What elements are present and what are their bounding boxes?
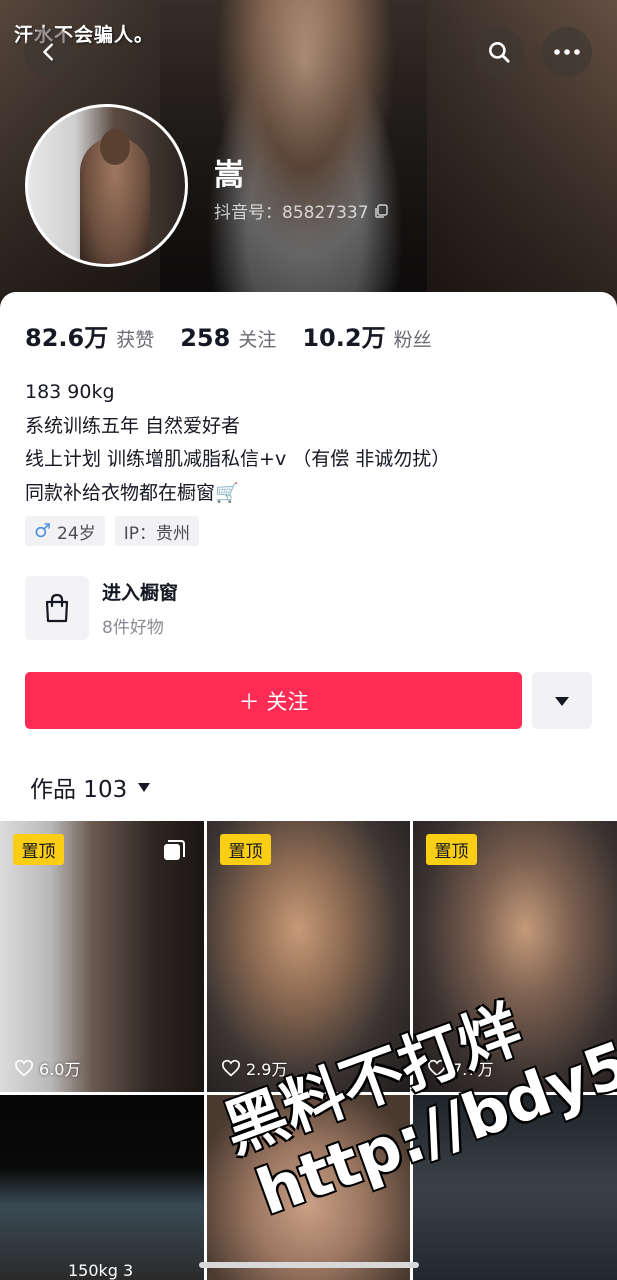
profile-tags: ♂ 24岁 IP：贵州 bbox=[25, 516, 199, 546]
works-tab-label: 作品 103 bbox=[30, 777, 128, 803]
caret-down-icon bbox=[555, 696, 569, 706]
follow-button[interactable]: ＋ 关注 bbox=[25, 672, 522, 729]
pinned-badge: 置顶 bbox=[426, 834, 477, 865]
douyin-id[interactable]: 抖音号：85827337 bbox=[214, 198, 389, 223]
heart-icon bbox=[14, 1059, 34, 1077]
douyin-id-text: 抖音号：85827337 bbox=[214, 203, 369, 223]
followers-count[interactable]: 10.2万 bbox=[302, 318, 385, 353]
gender-age-tag: ♂ 24岁 bbox=[25, 516, 105, 546]
bio-line: 线上计划 训练增肌减脂私信+v （有偿 非诚勿扰） bbox=[25, 448, 451, 470]
video-thumbnail[interactable]: 置顶 6.0万 bbox=[0, 821, 204, 1092]
followers-label[interactable]: 粉丝 bbox=[394, 325, 432, 352]
shop-window-entry[interactable]: 进入橱窗 8件好物 bbox=[25, 576, 178, 640]
follow-button-label: ＋ 关注 bbox=[238, 689, 309, 714]
video-thumbnail[interactable]: 150kg 3 bbox=[0, 1095, 204, 1280]
shop-subtitle: 8件好物 bbox=[102, 618, 164, 638]
age-text: 24岁 bbox=[57, 523, 96, 544]
recommend-dropdown-button[interactable] bbox=[532, 672, 592, 729]
ip-location-tag: IP：贵州 bbox=[114, 516, 199, 546]
more-icon bbox=[554, 49, 580, 55]
heart-icon bbox=[221, 1059, 241, 1077]
profile-bio: 183 90kg 系统训练五年 自然爱好者 线上计划 训练增肌减脂私信+v （有… bbox=[25, 376, 450, 510]
search-icon bbox=[489, 42, 510, 63]
avatar-head bbox=[100, 129, 130, 165]
multi-image-icon bbox=[164, 840, 185, 860]
bio-line: 183 90kg bbox=[25, 381, 115, 403]
pinned-badge: 置顶 bbox=[220, 834, 271, 865]
like-count: 6.0万 bbox=[14, 1056, 80, 1080]
like-count-text: 6.0万 bbox=[39, 1060, 81, 1079]
bio-line: 同款补给衣物都在橱窗🛒 bbox=[25, 481, 239, 504]
works-tab[interactable]: 作品 103 bbox=[30, 770, 151, 804]
shop-title: 进入橱窗 bbox=[102, 582, 179, 604]
likes-label: 获赞 bbox=[116, 329, 155, 351]
following-label[interactable]: 关注 bbox=[238, 325, 276, 352]
ip-location-text: IP：贵州 bbox=[123, 523, 190, 544]
video-caption: 150kg 3 bbox=[68, 1261, 134, 1280]
more-button[interactable] bbox=[542, 27, 592, 77]
bio-line: 系统训练五年 自然爱好者 bbox=[25, 414, 241, 437]
avatar[interactable] bbox=[25, 104, 188, 267]
copy-icon[interactable] bbox=[373, 203, 389, 219]
profile-stats: 82.6万 获赞 258 关注 10.2万 粉丝 bbox=[25, 318, 458, 353]
following-count[interactable]: 258 bbox=[180, 324, 230, 352]
chevron-left-icon bbox=[43, 43, 53, 61]
profile-name: 嵩 bbox=[214, 158, 244, 193]
back-button[interactable] bbox=[24, 27, 74, 77]
pinned-badge: 置顶 bbox=[13, 834, 64, 865]
shopping-bag-icon bbox=[25, 576, 89, 640]
search-button[interactable] bbox=[474, 27, 524, 77]
likes-count: 82.6万 bbox=[25, 324, 109, 352]
caret-down-icon bbox=[138, 782, 151, 792]
male-icon: ♂ bbox=[34, 520, 52, 542]
home-indicator[interactable] bbox=[199, 1262, 419, 1268]
